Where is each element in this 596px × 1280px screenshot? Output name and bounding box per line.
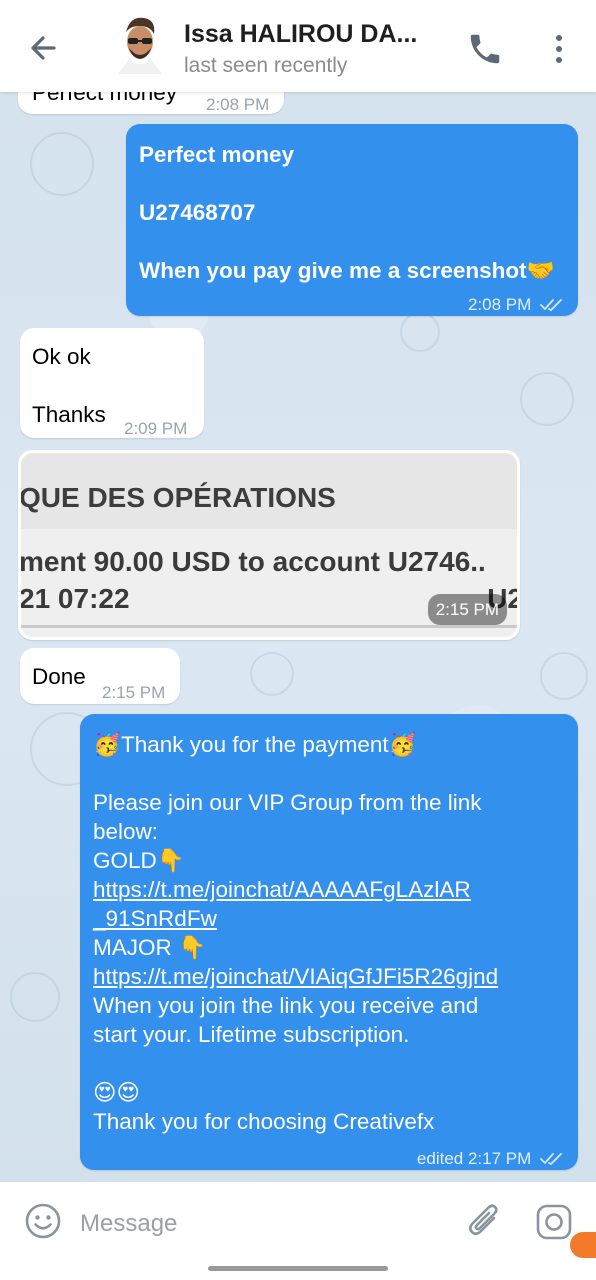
double-check-icon	[540, 1153, 562, 1166]
message-outgoing[interactable]: 🥳Thank you for the payment🥳 Please join …	[80, 714, 578, 1170]
message-time: edited 2:17 PM	[416, 1149, 532, 1168]
message-text: Ok ok	[32, 344, 91, 369]
home-indicator[interactable]	[208, 1266, 388, 1271]
message-text: When you pay give me a screenshot🤝	[139, 258, 555, 283]
message-input[interactable]	[78, 1204, 452, 1244]
message-text: GOLD👇	[93, 848, 185, 873]
double-check-icon	[540, 299, 562, 312]
message-text: below:	[93, 819, 159, 844]
message-time: 2:15 PM	[102, 683, 166, 702]
major-invite-link[interactable]: https://t.me/joinchat/VIAiqGfJFi5R26gjnd	[93, 962, 498, 991]
message-time: 2:15 PM	[427, 594, 507, 625]
message-text: Done	[32, 664, 86, 689]
phone-icon	[470, 34, 500, 64]
message-text: Thanks	[32, 402, 106, 427]
gold-invite-link[interactable]: https://t.me/joinchat/AAAAAFgLAzlAR	[93, 875, 471, 904]
image-text: 21 07:22	[21, 583, 130, 614]
screenshot-image[interactable]: QUE DES OPÉRATIONS ment 90.00 USD to acc…	[21, 453, 517, 637]
message-text: MAJOR 👇	[93, 935, 207, 960]
system-nav-bar	[0, 1262, 596, 1280]
contact-name[interactable]: Issa HALIROU DA...	[184, 20, 417, 49]
photo-message[interactable]: QUE DES OPÉRATIONS ment 90.00 USD to acc…	[18, 450, 520, 640]
message-text: Perfect money	[139, 142, 295, 167]
message-text: U27468707	[139, 200, 256, 225]
message-incoming[interactable]: Ok ok Thanks 2:09 PM	[20, 328, 204, 438]
emoji-button[interactable]	[24, 1202, 62, 1240]
message-text: Please join our VIP Group from the link	[93, 790, 482, 815]
image-text: QUE DES OPÉRATIONS	[21, 482, 336, 513]
attach-button[interactable]	[464, 1200, 504, 1242]
message-text: When you join the link you receive and	[93, 993, 479, 1018]
call-button[interactable]	[466, 30, 504, 68]
smile-icon	[25, 1203, 61, 1239]
camera-button[interactable]	[534, 1202, 574, 1242]
message-time: 2:09 PM	[124, 419, 188, 438]
message-text: 😍😍	[93, 1080, 140, 1105]
message-time: 2:08 PM	[206, 95, 270, 114]
message-text: Thank you for choosing Creativefx	[93, 1109, 435, 1134]
more-options-button[interactable]	[544, 32, 574, 66]
contact-avatar[interactable]	[112, 14, 168, 78]
message-time: 2:08 PM	[467, 295, 532, 314]
last-seen-status: last seen recently	[184, 54, 348, 77]
image-text: ment 90.00 USD to account U2746..	[21, 546, 486, 577]
message-composer	[0, 1182, 596, 1262]
paperclip-icon	[468, 1204, 498, 1236]
camera-icon	[536, 1204, 572, 1240]
message-outgoing[interactable]: Perfect money U27468707 When you pay giv…	[126, 124, 578, 316]
message-text: start your. Lifetime subscription.	[93, 1022, 410, 1047]
message-incoming[interactable]: Done 2:15 PM	[20, 648, 180, 704]
message-text: 🥳Thank you for the payment🥳	[93, 732, 417, 757]
back-button[interactable]	[24, 28, 64, 68]
arrow-left-icon	[31, 36, 56, 60]
chat-header: Issa HALIROU DA... last seen recently	[0, 0, 596, 92]
more-vertical-icon	[556, 35, 562, 63]
floating-badge[interactable]	[570, 1232, 596, 1258]
gold-invite-link[interactable]: _91SnRdFw	[93, 904, 217, 933]
